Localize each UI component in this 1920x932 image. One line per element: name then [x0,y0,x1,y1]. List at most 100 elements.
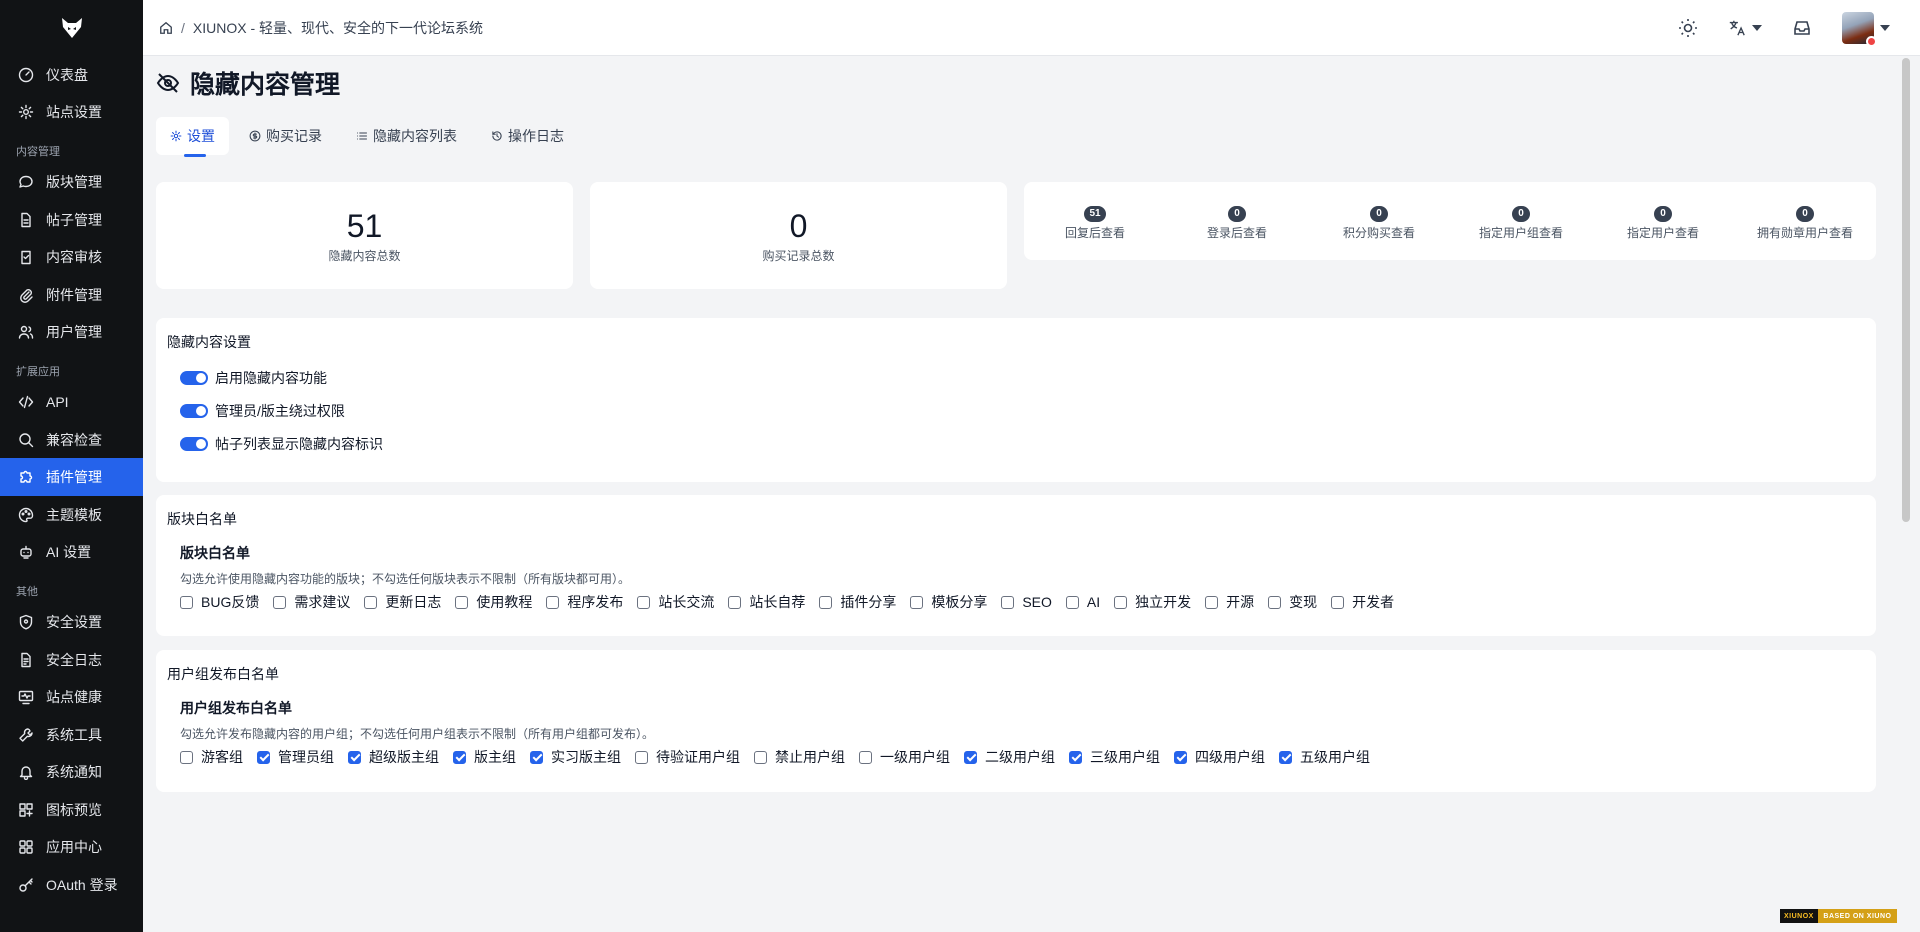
checkbox[interactable] [180,595,193,609]
checkbox[interactable] [1114,595,1128,609]
checkbox[interactable] [348,750,361,764]
checkbox[interactable] [273,595,287,609]
checkbox[interactable] [635,750,648,764]
sidebar-item-content-0[interactable]: 版块管理 [0,163,143,201]
tab-1[interactable]: 购买记录 [235,117,336,155]
checkbox[interactable] [1268,595,1282,609]
sidebar-item-other-5[interactable]: 图标预览 [0,791,143,829]
sidebar-item-label: 安全设置 [46,613,102,630]
checkbox-option[interactable]: 三级用户组 [1069,747,1160,767]
checkbox-option[interactable]: 管理员组 [257,747,334,767]
checkbox-option[interactable]: 站长自荐 [728,592,805,612]
checkbox[interactable] [910,595,924,609]
checkbox-option[interactable]: 四级用户组 [1174,747,1265,767]
tab-label: 隐藏内容列表 [373,128,457,144]
code-icon [18,395,34,409]
checkbox-option[interactable]: 插件分享 [819,592,896,612]
sidebar-item-top-1[interactable]: 站点设置 [0,94,143,132]
checkbox-option[interactable]: SEO [1001,594,1052,610]
forum-whitelist-subtitle: 版块白名单 [180,545,250,561]
checkbox[interactable] [1279,750,1292,764]
checkbox[interactable] [364,595,378,609]
checkbox-option[interactable]: 禁止用户组 [754,747,845,767]
sidebar-item-other-2[interactable]: 站点健康 [0,678,143,716]
toggle-switch[interactable] [180,437,208,451]
checkbox-option[interactable]: 模板分享 [910,592,987,612]
sidebar-item-ext-1[interactable]: 兼容检查 [0,421,143,459]
checkbox[interactable] [1205,595,1219,609]
checkbox[interactable] [754,750,767,764]
sidebar-item-ext-3[interactable]: 主题模板 [0,496,143,534]
count-badge: 0 [1370,206,1388,222]
sidebar-item-other-3[interactable]: 系统工具 [0,716,143,754]
breadcrumb-site-title[interactable]: XIUNOX - 轻量、现代、安全的下一代论坛系统 [193,18,483,38]
sidebar-item-ext-2[interactable]: 插件管理 [0,458,143,496]
checkbox[interactable] [257,750,270,764]
checkbox-option[interactable]: 更新日志 [364,592,441,612]
checkbox[interactable] [728,595,742,609]
checkbox-option[interactable]: 超级版主组 [348,747,439,767]
checkbox-option[interactable]: 二级用户组 [964,747,1055,767]
checkbox-option[interactable]: 五级用户组 [1279,747,1370,767]
home-icon[interactable] [159,21,173,35]
checkbox-option[interactable]: 程序发布 [546,592,623,612]
language-switcher[interactable] [1728,19,1762,37]
checkbox[interactable] [1174,750,1187,764]
checkbox[interactable] [637,595,651,609]
avatar[interactable] [1842,12,1877,47]
sidebar-item-content-2[interactable]: 内容审核 [0,238,143,276]
checkbox-option[interactable]: 开发者 [1331,592,1394,612]
inbox-icon[interactable] [1792,18,1812,38]
sidebar-item-other-1[interactable]: 安全日志 [0,641,143,679]
checkbox[interactable] [1331,595,1345,609]
sidebar-item-content-4[interactable]: 用户管理 [0,314,143,352]
tab-label: 设置 [187,128,215,144]
checkbox-option[interactable]: 需求建议 [273,592,350,612]
checkbox[interactable] [964,750,977,764]
sidebar-item-ext-4[interactable]: AI 设置 [0,534,143,572]
checkbox-option[interactable]: 独立开发 [1114,592,1191,612]
avatar-chevron-down-icon[interactable] [1880,25,1890,31]
checkbox[interactable] [455,595,469,609]
checkbox[interactable] [180,750,193,764]
checkbox[interactable] [546,595,560,609]
checkbox[interactable] [530,750,543,764]
checkbox[interactable] [859,750,872,764]
checkbox-option[interactable]: 一级用户组 [859,747,950,767]
forum-checkbox-list: BUG反馈 需求建议 更新日志 使用教程 程序发布 站长交流 站长自荐 插件分享 模板分享 SEO… [180,592,1408,612]
checkbox-option[interactable]: 使用教程 [455,592,532,612]
checkbox-option[interactable]: 开源 [1205,592,1254,612]
paperclip-icon [20,288,33,303]
tab-0[interactable]: 设置 [156,117,229,157]
checkbox[interactable] [1069,750,1082,764]
checkbox-option[interactable]: AI [1065,594,1100,610]
sidebar-item-other-6[interactable]: 应用中心 [0,829,143,867]
sun-icon[interactable] [1678,18,1698,38]
sidebar-item-ext-0[interactable]: API [0,383,143,421]
checkbox-option[interactable]: 实习版主组 [530,747,621,767]
sidebar-item-content-3[interactable]: 附件管理 [0,276,143,314]
checkbox[interactable] [819,595,833,609]
checkbox[interactable] [1001,595,1015,609]
sidebar-item-other-7[interactable]: OAuth 登录 [0,866,143,904]
checkbox-option[interactable]: 游客组 [180,747,243,767]
logo[interactable] [0,0,143,56]
tab-2[interactable]: 隐藏内容列表 [342,117,471,155]
sidebar-item-other-4[interactable]: 系统通知 [0,754,143,792]
hidden-type-counts: 51 回复后查看 0 登录后查看 0 积分购买查看 0 指定用户组查看 0 指定用户查看 0 拥有勋章… [1024,182,1876,260]
tab-3[interactable]: 操作日志 [477,117,578,155]
checkbox-option[interactable]: BUG反馈 [180,592,259,612]
toggle-switch[interactable] [180,371,208,385]
checkbox-option[interactable]: 站长交流 [637,592,714,612]
powered-by-badge[interactable]: XIUNOX BASED ON XIUNO [1780,909,1897,923]
checkbox-option[interactable]: 变现 [1268,592,1317,612]
checkbox-option[interactable]: 版主组 [453,747,516,767]
checkbox[interactable] [453,750,466,764]
sidebar-item-top-0[interactable]: 仪表盘 [0,56,143,94]
sidebar-item-other-0[interactable]: 安全设置 [0,603,143,641]
vertical-scrollbar[interactable] [1902,58,1910,522]
toggle-switch[interactable] [180,404,208,418]
sidebar-item-content-1[interactable]: 帖子管理 [0,201,143,239]
checkbox[interactable] [1065,595,1079,609]
checkbox-option[interactable]: 待验证用户组 [635,747,740,767]
